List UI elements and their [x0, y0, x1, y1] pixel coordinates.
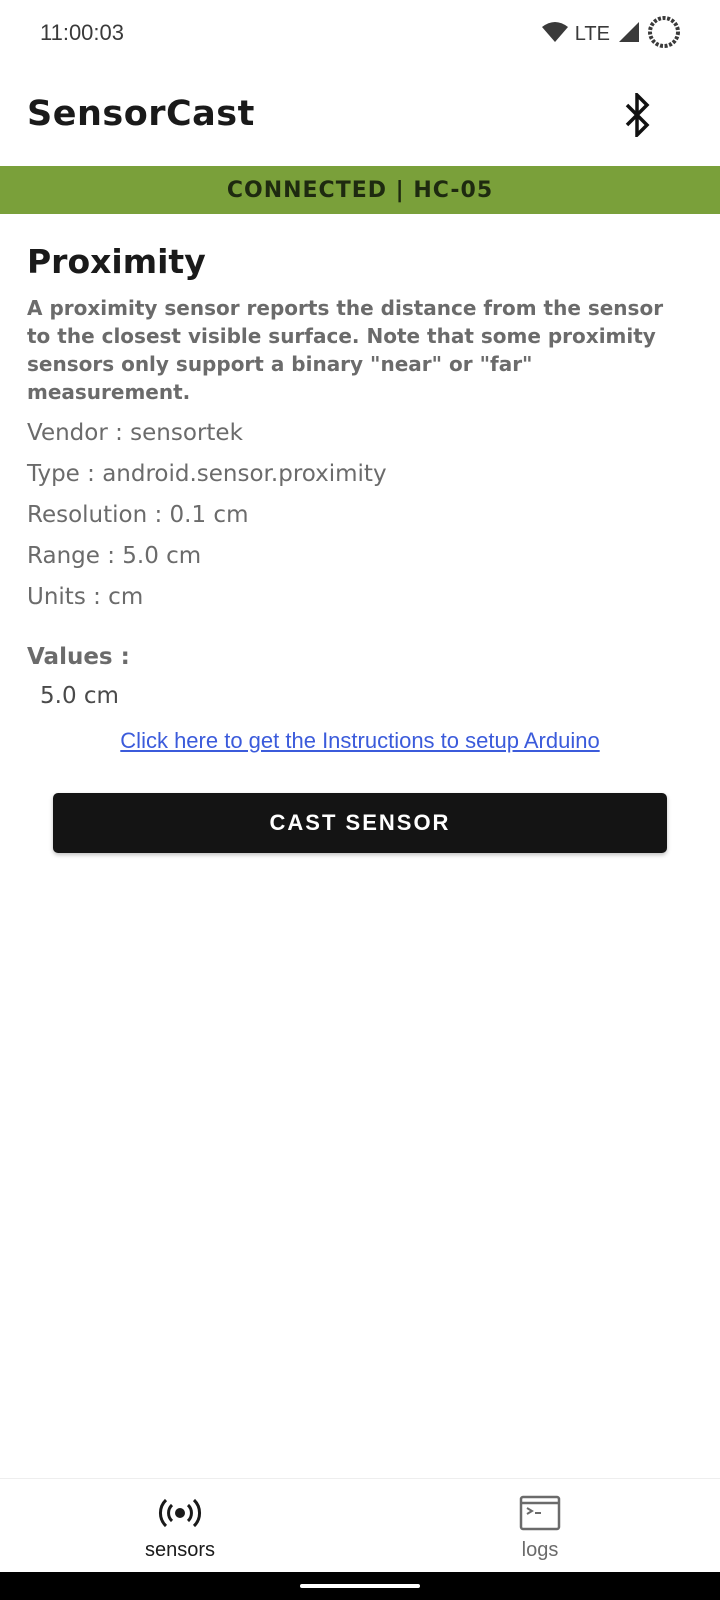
broadcast-icon — [155, 1493, 205, 1533]
sensor-units: Units : cm — [27, 584, 144, 610]
sensor-type: Type : android.sensor.proximity — [27, 461, 387, 487]
nav-item-sensors[interactable]: sensors — [0, 1479, 360, 1573]
sensor-value: 5.0 cm — [40, 683, 119, 709]
home-gesture-handle[interactable] — [300, 1584, 420, 1588]
sensor-name: Proximity — [27, 242, 206, 281]
status-icons: LTE — [541, 14, 682, 54]
sensor-description: A proximity sensor reports the distance … — [27, 296, 664, 404]
wifi-icon — [541, 20, 569, 48]
bottom-navigation: sensors logs — [0, 1478, 720, 1572]
connection-status: CONNECTED | HC-05 — [226, 177, 494, 203]
cell-signal-icon — [618, 21, 640, 47]
network-type: LTE — [574, 22, 610, 45]
nav-label-logs: logs — [521, 1539, 559, 1561]
nav-item-logs[interactable]: logs — [360, 1479, 720, 1573]
system-gesture-bar — [0, 1572, 720, 1600]
app-bar: SensorCast — [0, 66, 720, 166]
status-bar: 11:00:03 LTE — [0, 0, 720, 66]
connection-banner: CONNECTED | HC-05 — [0, 166, 720, 214]
values-label: Values : — [27, 644, 130, 670]
sensor-vendor: Vendor : sensortek — [27, 420, 243, 446]
app-title: SensorCast — [27, 94, 255, 134]
sensor-resolution: Resolution : 0.1 cm — [27, 502, 249, 528]
bluetooth-icon — [622, 90, 652, 141]
arduino-instructions-link[interactable]: Click here to get the Instructions to se… — [0, 728, 720, 754]
cast-sensor-button[interactable]: CAST SENSOR — [53, 793, 667, 853]
sensor-range: Range : 5.0 cm — [27, 543, 202, 569]
bluetooth-button[interactable] — [612, 90, 662, 142]
status-time: 11:00:03 — [40, 20, 125, 45]
cast-sensor-label: CAST SENSOR — [269, 810, 451, 835]
terminal-icon — [515, 1493, 565, 1533]
nav-label-sensors: sensors — [144, 1539, 216, 1561]
battery-ring-icon — [646, 14, 682, 54]
